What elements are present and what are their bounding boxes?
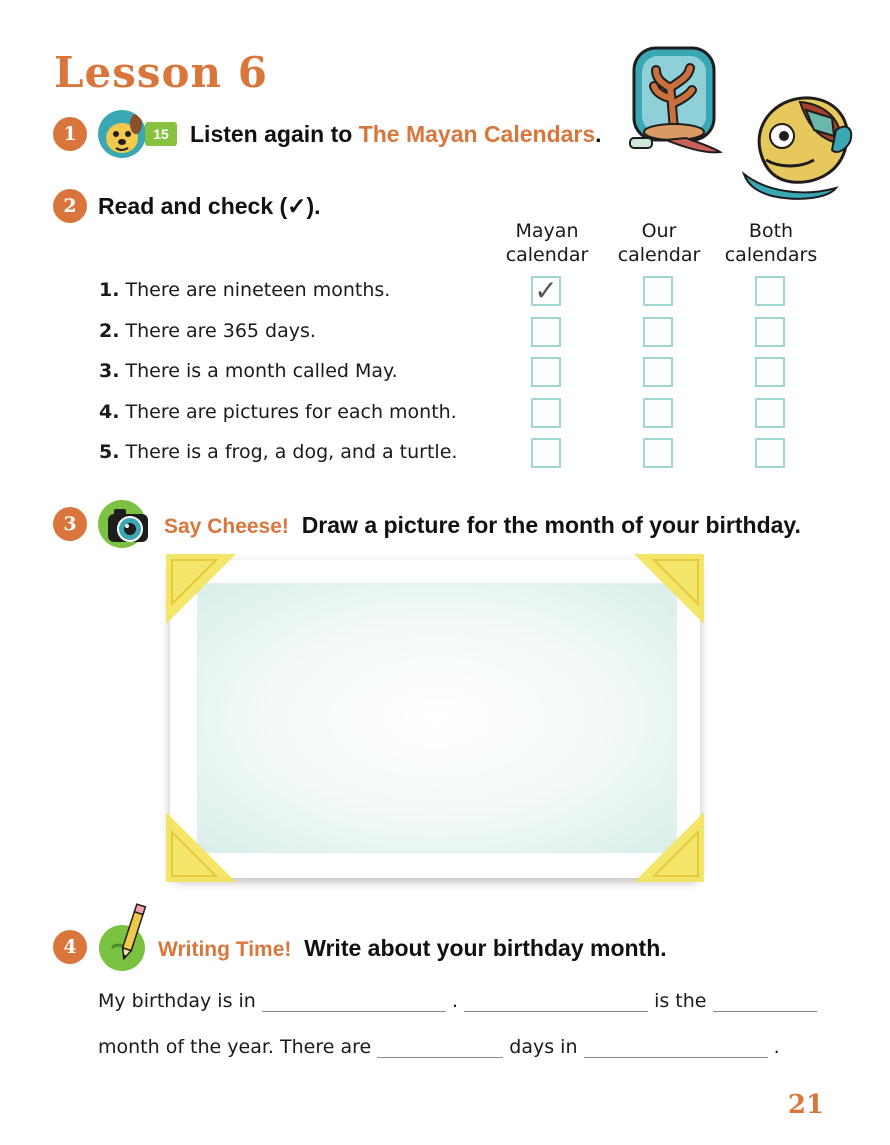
column-header-mayan-calendar: Mayan calendar bbox=[492, 219, 602, 267]
checkbox-row4-col1[interactable] bbox=[531, 398, 561, 428]
writing-line-1-mid: is the bbox=[654, 990, 707, 1012]
statement-number: 1. bbox=[99, 279, 120, 301]
mayan-glyph-tree-icon bbox=[629, 46, 723, 154]
checkbox-row5-col1[interactable] bbox=[531, 438, 561, 468]
statement-text: There are nineteen months. bbox=[125, 279, 391, 301]
checkbox-row1-col2[interactable] bbox=[643, 276, 673, 306]
checkbox-row2-col2[interactable] bbox=[643, 317, 673, 347]
writing-line-1: My birthday is in . is the bbox=[98, 990, 817, 1012]
birthday-month-blank[interactable] bbox=[261, 991, 446, 1012]
activity-1-number: 1 bbox=[53, 117, 87, 151]
column-header-our-calendar: Our calendar bbox=[604, 219, 714, 267]
column-header-line1: Mayan bbox=[515, 220, 579, 242]
column-header-line1: Our bbox=[641, 220, 677, 242]
activity-4-instruction: Writing Time! Write about your birthday … bbox=[158, 935, 667, 962]
photo-corner-bottom-left bbox=[166, 812, 236, 882]
lesson-title: Lesson 6 bbox=[54, 48, 268, 97]
statement-number: 5. bbox=[99, 441, 120, 463]
photo-corner-bottom-right bbox=[634, 812, 704, 882]
checkbox-row5-col2[interactable] bbox=[643, 438, 673, 468]
column-header-line2: calendars bbox=[724, 244, 818, 266]
month-name-blank[interactable] bbox=[464, 991, 649, 1012]
column-header-both-calendars: Both calendars bbox=[716, 219, 826, 267]
statement-text: There is a frog, a dog, and a turtle. bbox=[125, 441, 458, 463]
checkbox-row5-col3[interactable] bbox=[755, 438, 785, 468]
activity-2-instruction: Read and check (✓). bbox=[98, 193, 321, 219]
drawing-area[interactable] bbox=[197, 583, 677, 853]
page-number: 21 bbox=[787, 1090, 824, 1120]
activity-2-number: 2 bbox=[53, 189, 87, 223]
statement-row: 3. There is a month called May. bbox=[99, 360, 398, 382]
checkbox-row3-col1[interactable] bbox=[531, 357, 561, 387]
checkbox-row1-col1[interactable]: ✓ bbox=[531, 276, 561, 306]
activity-4-instruction-text: Write about your birthday month. bbox=[304, 935, 667, 961]
activity-3-instruction-text: Draw a picture for the month of your bir… bbox=[301, 512, 801, 538]
writing-line-2-mid: days in bbox=[509, 1036, 578, 1058]
statement-text: There are pictures for each month. bbox=[125, 401, 457, 423]
checkbox-row3-col3[interactable] bbox=[755, 357, 785, 387]
column-header-line2: calendar bbox=[505, 244, 589, 266]
track-number-badge: 15 bbox=[145, 122, 177, 146]
checkbox-row2-col1[interactable] bbox=[531, 317, 561, 347]
pencil-icon bbox=[98, 902, 148, 972]
photo-corner-top-left bbox=[166, 554, 236, 624]
activity-4-number: 4 bbox=[53, 930, 87, 964]
checkbox-row1-col3[interactable] bbox=[755, 276, 785, 306]
activity-3-number: 3 bbox=[53, 507, 87, 541]
ordinal-blank[interactable] bbox=[712, 991, 817, 1012]
check-mark: ✓ bbox=[534, 274, 558, 307]
statement-row: 2. There are 365 days. bbox=[99, 320, 316, 342]
column-header-line1: Both bbox=[748, 220, 794, 242]
activity-1-instruction: Listen again to The Mayan Calendars. bbox=[190, 121, 602, 148]
activity-3-instruction: Say Cheese! Draw a picture for the month… bbox=[164, 512, 801, 539]
writing-line-1-period: . bbox=[451, 990, 458, 1012]
photo-corner-top-right bbox=[634, 554, 704, 624]
writing-line-1-start: My birthday is in bbox=[98, 990, 256, 1012]
statement-number: 4. bbox=[99, 401, 120, 423]
checkbox-row4-col2[interactable] bbox=[643, 398, 673, 428]
statement-number: 3. bbox=[99, 360, 120, 382]
statement-text: There is a month called May. bbox=[125, 360, 398, 382]
day-count-blank[interactable] bbox=[377, 1037, 504, 1058]
statement-number: 2. bbox=[99, 320, 120, 342]
camera-icon bbox=[98, 500, 148, 548]
statement-row: 1. There are nineteen months. bbox=[99, 279, 390, 301]
activity-1-period: . bbox=[595, 121, 602, 147]
writing-line-2-start: month of the year. There are bbox=[98, 1036, 372, 1058]
say-cheese-label: Say Cheese! bbox=[164, 515, 289, 538]
mayan-glyph-face-icon bbox=[741, 96, 853, 200]
checkbox-row2-col3[interactable] bbox=[755, 317, 785, 347]
checkbox-row3-col2[interactable] bbox=[643, 357, 673, 387]
activity-1-instruction-text: Listen again to bbox=[190, 121, 359, 147]
month-blank[interactable] bbox=[583, 1037, 768, 1058]
writing-line-2-end: . bbox=[773, 1036, 780, 1058]
checkbox-row4-col3[interactable] bbox=[755, 398, 785, 428]
writing-time-label: Writing Time! bbox=[158, 938, 292, 961]
dog-audio-icon[interactable] bbox=[98, 110, 146, 158]
statement-row: 4. There are pictures for each month. bbox=[99, 401, 457, 423]
statement-text: There are 365 days. bbox=[125, 320, 316, 342]
column-header-line2: calendar bbox=[617, 244, 701, 266]
story-title: The Mayan Calendars bbox=[358, 121, 596, 147]
writing-line-2: month of the year. There are days in . bbox=[98, 1036, 780, 1058]
statement-row: 5. There is a frog, a dog, and a turtle. bbox=[99, 441, 457, 463]
